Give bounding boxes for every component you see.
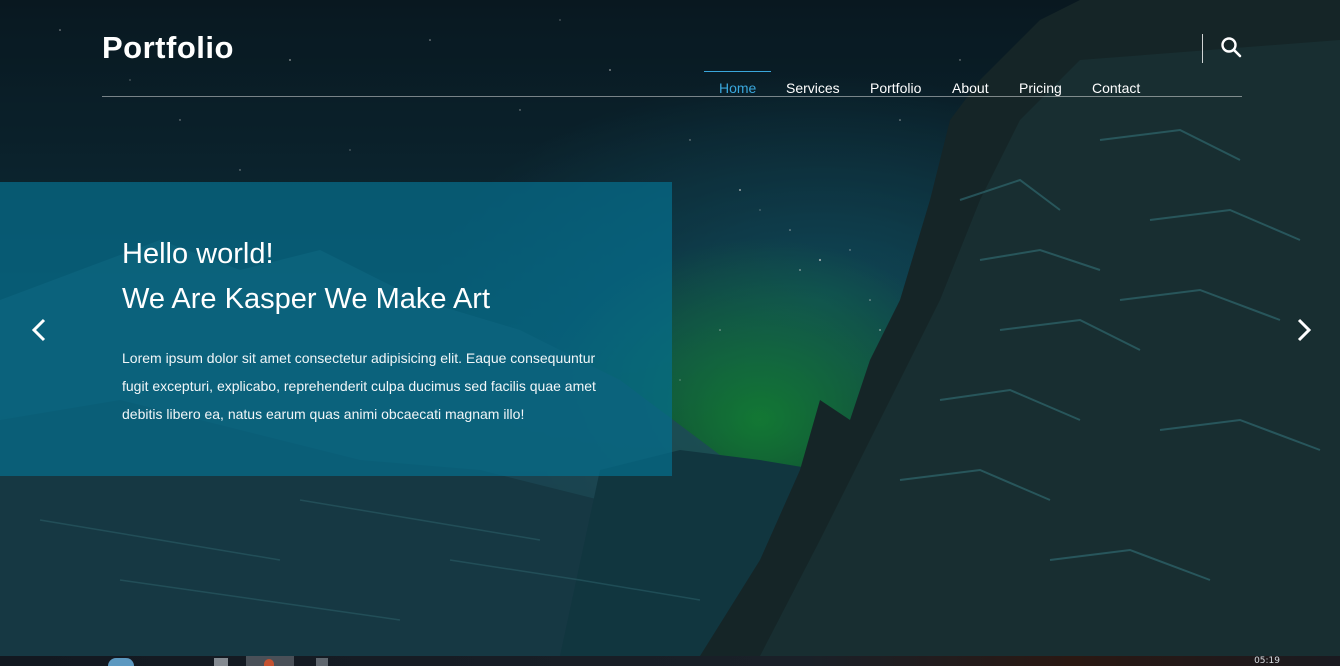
taskbar-app-icon[interactable] <box>316 658 328 666</box>
nav-home[interactable]: Home <box>704 0 771 96</box>
slide-panel: Hello world! We Are Kasper We Make Art L… <box>0 182 672 476</box>
taskbar-clock: 05:19 <box>1254 656 1280 666</box>
chevron-left-icon[interactable] <box>29 316 49 344</box>
nav-label: About <box>952 80 989 96</box>
slide-heading-line1: Hello world! <box>122 238 274 270</box>
slide-description: Lorem ipsum dolor sit amet consectetur a… <box>122 350 596 422</box>
nav-pricing[interactable]: Pricing <box>1004 0 1077 96</box>
search-icon[interactable] <box>1220 36 1242 58</box>
nav-divider <box>1202 34 1203 63</box>
nav-portfolio[interactable]: Portfolio <box>855 0 937 96</box>
nav-label: Pricing <box>1019 80 1062 96</box>
nav-contact[interactable]: Contact <box>1077 0 1157 96</box>
start-button-icon[interactable] <box>108 658 134 666</box>
site-header: Portfolio Home Services Portfolio About … <box>102 0 1242 97</box>
nav-about[interactable]: About <box>937 0 1004 96</box>
site-logo[interactable]: Portfolio <box>102 30 234 66</box>
os-taskbar: 05:19 <box>0 656 1340 666</box>
chevron-right-icon[interactable] <box>1294 316 1314 344</box>
nav-label: Home <box>719 80 757 96</box>
taskbar-app-icon[interactable] <box>214 658 228 666</box>
slide-heading-line2: We Are Kasper We Make Art <box>122 283 491 315</box>
nav-services[interactable]: Services <box>771 0 855 96</box>
main-nav: Home Services Portfolio About Pricing Co… <box>704 0 1157 96</box>
taskbar-active-app-icon[interactable] <box>246 656 294 666</box>
nav-label: Services <box>786 80 840 96</box>
nav-label: Contact <box>1092 80 1141 96</box>
nav-label: Portfolio <box>870 80 922 96</box>
